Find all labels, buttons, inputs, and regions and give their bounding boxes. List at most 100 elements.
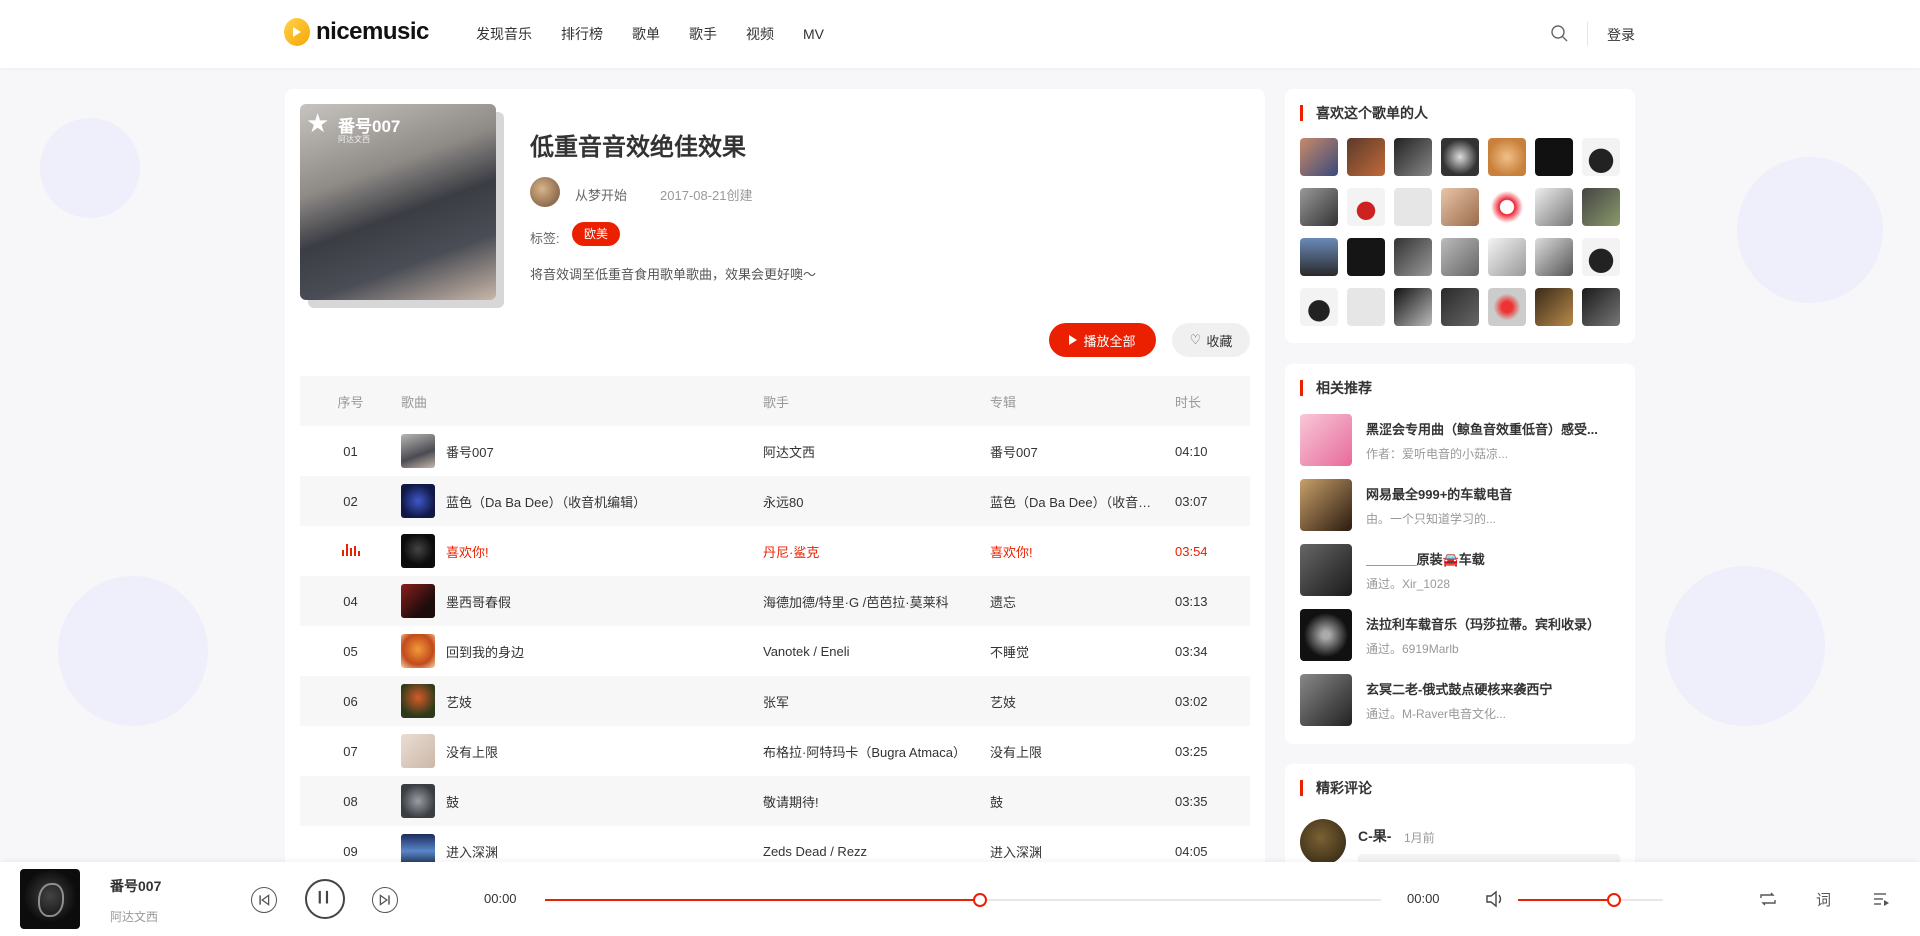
fan-avatar[interactable] bbox=[1347, 238, 1385, 276]
commenter-name[interactable]: C-果- bbox=[1358, 826, 1391, 846]
fan-avatar[interactable] bbox=[1300, 238, 1338, 276]
song-album[interactable]: 番号007 bbox=[990, 442, 1175, 461]
table-row-playing[interactable]: 喜欢你! 丹尼·鲨克 喜欢你! 03:54 bbox=[300, 526, 1250, 576]
nav-mv[interactable]: MV bbox=[803, 26, 824, 42]
nav-discover[interactable]: 发现音乐 bbox=[476, 24, 532, 44]
fan-avatar[interactable] bbox=[1488, 188, 1526, 226]
fan-avatar[interactable] bbox=[1535, 288, 1573, 326]
fan-avatar[interactable] bbox=[1394, 288, 1432, 326]
search-icon[interactable] bbox=[1551, 25, 1568, 42]
fan-avatar[interactable] bbox=[1441, 288, 1479, 326]
creator-name[interactable]: 从梦开始 bbox=[575, 185, 627, 204]
playlist-queue-icon[interactable] bbox=[1872, 890, 1890, 908]
related-item-title[interactable]: 法拉利车载音乐（玛莎拉蒂。宾利收录） bbox=[1366, 614, 1620, 633]
previous-track-icon[interactable] bbox=[251, 887, 277, 913]
fan-avatar[interactable] bbox=[1300, 138, 1338, 176]
table-row[interactable]: 08 鼓 敬请期待! 鼓 03:35 bbox=[300, 776, 1250, 826]
commenter-avatar[interactable] bbox=[1300, 819, 1346, 865]
related-item[interactable]: 玄冥二老-俄式鼓点硬核来袭西宁 通过。M-Raver电音文化... bbox=[1300, 674, 1620, 726]
fan-avatar[interactable] bbox=[1394, 188, 1432, 226]
song-singer[interactable]: Vanotek / Eneli bbox=[763, 644, 990, 659]
song-album[interactable]: 喜欢你! bbox=[990, 542, 1175, 561]
login-link[interactable]: 登录 bbox=[1607, 25, 1635, 45]
related-item[interactable]: _______原装🚘车载 通过。Xir_1028 bbox=[1300, 544, 1620, 596]
song-name[interactable]: 鼓 bbox=[446, 792, 459, 811]
lyrics-button[interactable]: 词 bbox=[1816, 889, 1831, 910]
pause-icon[interactable] bbox=[305, 879, 345, 919]
nav-videos[interactable]: 视频 bbox=[746, 24, 774, 44]
fan-avatar[interactable] bbox=[1535, 138, 1573, 176]
fan-avatar[interactable] bbox=[1394, 138, 1432, 176]
song-name[interactable]: 没有上限 bbox=[446, 742, 498, 761]
creator-avatar[interactable] bbox=[530, 177, 560, 207]
now-playing-artist[interactable]: 阿达文西 bbox=[110, 908, 158, 925]
song-singer[interactable]: 布格拉·阿特玛卡（Bugra Atmaca） bbox=[763, 742, 990, 761]
related-item[interactable]: 黑涩会专用曲（鲸鱼音效重低音）感受... 作者：爱听电音的小菇凉... bbox=[1300, 414, 1620, 466]
song-singer[interactable]: 敬请期待! bbox=[763, 792, 990, 811]
table-row[interactable]: 02 蓝色（Da Ba Dee）（收音机编辑） 永远80 蓝色（Da Ba De… bbox=[300, 476, 1250, 526]
related-item-title[interactable]: 网易最全999+的车载电音 bbox=[1366, 484, 1620, 503]
related-item[interactable]: 法拉利车载音乐（玛莎拉蒂。宾利收录） 通过。6919Marlb bbox=[1300, 609, 1620, 661]
volume-handle[interactable] bbox=[1606, 893, 1621, 907]
fan-avatar[interactable] bbox=[1300, 288, 1338, 326]
fan-avatar[interactable] bbox=[1347, 288, 1385, 326]
song-singer[interactable]: Zeds Dead / Rezz bbox=[763, 844, 990, 859]
play-all-button[interactable]: 播放全部 bbox=[1049, 323, 1156, 357]
table-row[interactable]: 07 没有上限 布格拉·阿特玛卡（Bugra Atmaca） 没有上限 03:2… bbox=[300, 726, 1250, 776]
progress-bar[interactable] bbox=[545, 893, 1381, 907]
song-name[interactable]: 回到我的身边 bbox=[446, 642, 524, 661]
song-album[interactable]: 不睡觉 bbox=[990, 642, 1175, 661]
progress-handle[interactable] bbox=[972, 893, 987, 907]
related-item-title[interactable]: _______原装🚘车载 bbox=[1366, 549, 1620, 568]
table-row[interactable]: 01 番号007 阿达文西 番号007 04:10 bbox=[300, 426, 1250, 476]
fan-avatar[interactable] bbox=[1441, 238, 1479, 276]
fan-avatar[interactable] bbox=[1300, 188, 1338, 226]
song-singer[interactable]: 张军 bbox=[763, 692, 990, 711]
tag-badge[interactable]: 欧美 bbox=[572, 222, 621, 246]
fan-avatar[interactable] bbox=[1535, 238, 1573, 276]
song-album[interactable]: 蓝色（Da Ba Dee）（收音机编辑） bbox=[990, 492, 1175, 511]
related-item-title[interactable]: 玄冥二老-俄式鼓点硬核来袭西宁 bbox=[1366, 679, 1620, 698]
song-singer[interactable]: 阿达文西 bbox=[763, 442, 990, 461]
next-track-icon[interactable] bbox=[372, 887, 398, 913]
song-singer[interactable]: 永远80 bbox=[763, 492, 990, 511]
fan-avatar[interactable] bbox=[1347, 138, 1385, 176]
fan-avatar[interactable] bbox=[1582, 288, 1620, 326]
brand-logo[interactable]: nicemusic bbox=[284, 18, 429, 46]
fan-avatar[interactable] bbox=[1488, 288, 1526, 326]
song-name[interactable]: 番号007 bbox=[446, 442, 494, 461]
song-name[interactable]: 喜欢你! bbox=[446, 542, 489, 561]
song-name[interactable]: 进入深渊 bbox=[446, 842, 498, 861]
fan-avatar[interactable] bbox=[1488, 138, 1526, 176]
song-album[interactable]: 遗忘 bbox=[990, 592, 1175, 611]
fan-avatar[interactable] bbox=[1394, 238, 1432, 276]
fan-avatar[interactable] bbox=[1441, 188, 1479, 226]
nav-artists[interactable]: 歌手 bbox=[689, 24, 717, 44]
loop-icon[interactable] bbox=[1758, 890, 1778, 908]
fan-avatar[interactable] bbox=[1535, 188, 1573, 226]
nav-charts[interactable]: 排行榜 bbox=[561, 24, 603, 44]
now-playing-cover[interactable] bbox=[20, 869, 80, 929]
fan-avatar[interactable] bbox=[1441, 138, 1479, 176]
fan-avatar[interactable] bbox=[1582, 238, 1620, 276]
volume-icon[interactable] bbox=[1485, 889, 1507, 909]
song-name[interactable]: 艺妓 bbox=[446, 692, 472, 711]
nav-playlists[interactable]: 歌单 bbox=[632, 24, 660, 44]
fan-avatar[interactable] bbox=[1582, 138, 1620, 176]
fan-avatar[interactable] bbox=[1582, 188, 1620, 226]
table-row[interactable]: 05 回到我的身边 Vanotek / Eneli 不睡觉 03:34 bbox=[300, 626, 1250, 676]
song-name[interactable]: 墨西哥春假 bbox=[446, 592, 511, 611]
collect-button[interactable]: ♡ 收藏 bbox=[1172, 323, 1250, 357]
song-album[interactable]: 没有上限 bbox=[990, 742, 1175, 761]
song-album[interactable]: 艺妓 bbox=[990, 692, 1175, 711]
fan-avatar[interactable] bbox=[1488, 238, 1526, 276]
table-row[interactable]: 06 艺妓 张军 艺妓 03:02 bbox=[300, 676, 1250, 726]
fan-avatar[interactable] bbox=[1347, 188, 1385, 226]
song-name[interactable]: 蓝色（Da Ba Dee）（收音机编辑） bbox=[446, 492, 646, 511]
volume-slider[interactable] bbox=[1518, 893, 1663, 907]
song-singer[interactable]: 海德加德/特里·G /芭芭拉·莫莱科 bbox=[763, 592, 990, 611]
song-album[interactable]: 进入深渊 bbox=[990, 842, 1175, 861]
table-row[interactable]: 04 墨西哥春假 海德加德/特里·G /芭芭拉·莫莱科 遗忘 03:13 bbox=[300, 576, 1250, 626]
song-album[interactable]: 鼓 bbox=[990, 792, 1175, 811]
related-item-title[interactable]: 黑涩会专用曲（鲸鱼音效重低音）感受... bbox=[1366, 419, 1620, 438]
